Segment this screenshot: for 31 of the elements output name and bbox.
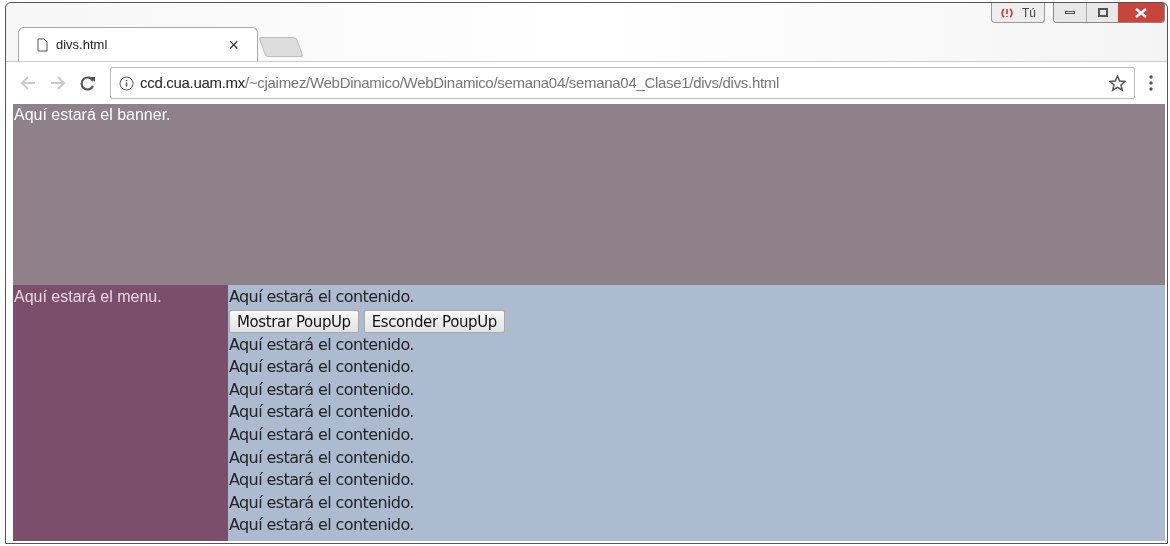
profile-label: Tú (1022, 4, 1036, 22)
star-icon[interactable] (1109, 74, 1126, 92)
menu-icon[interactable] (1149, 75, 1153, 91)
url-text: ccd.cua.uam.mx/~cjaimez/WebDinamico/WebDinamico/semana04/semana04_Clase1/divs/divs.html (140, 72, 780, 93)
tab-close-button[interactable]: × (228, 35, 239, 54)
reload-icon[interactable] (80, 75, 96, 91)
sync-error-icon (1000, 6, 1014, 19)
content-text: Aquí estará el contenido. (229, 401, 414, 424)
content-text: Aquí estará el contenido. (229, 423, 414, 446)
content-text: Aquí estará el contenido. (229, 514, 414, 537)
content-text: Aquí estará el contenido. (229, 333, 414, 356)
popup-button[interactable]: Esconder PoupUp (363, 309, 505, 333)
maximize-button[interactable] (1086, 3, 1118, 22)
menu-text: Aquí estará el menu. (14, 287, 162, 307)
popup-button[interactable]: Mostrar PoupUp (229, 309, 359, 333)
content-text: Aquí estará el contenido. (229, 378, 414, 401)
banner-text: Aquí estará el banner. (14, 105, 171, 125)
content-text: Aquí estará el contenido. (229, 286, 414, 308)
address-bar[interactable]: ccd.cua.uam.mx/~cjaimez/WebDinamico/WebDinamico/semana04/semana04_Clase1/divs/divs.html (110, 67, 1135, 99)
close-icon (1135, 7, 1147, 18)
content-text: Aquí estará el contenido. (229, 469, 414, 492)
close-button[interactable] (1118, 3, 1164, 22)
content-text: Aquí estará el contenido. (229, 446, 414, 469)
page-icon (37, 37, 48, 52)
content-text: Aquí estará el contenido. (229, 356, 414, 379)
browser-tab[interactable]: divs.html × (18, 27, 258, 61)
info-icon (119, 75, 134, 91)
profile-button[interactable]: Tú (991, 3, 1045, 23)
tab-title: divs.html (56, 35, 109, 54)
minimize-button[interactable] (1054, 3, 1086, 22)
content-text: Aquí estará el contenido. (229, 491, 414, 514)
